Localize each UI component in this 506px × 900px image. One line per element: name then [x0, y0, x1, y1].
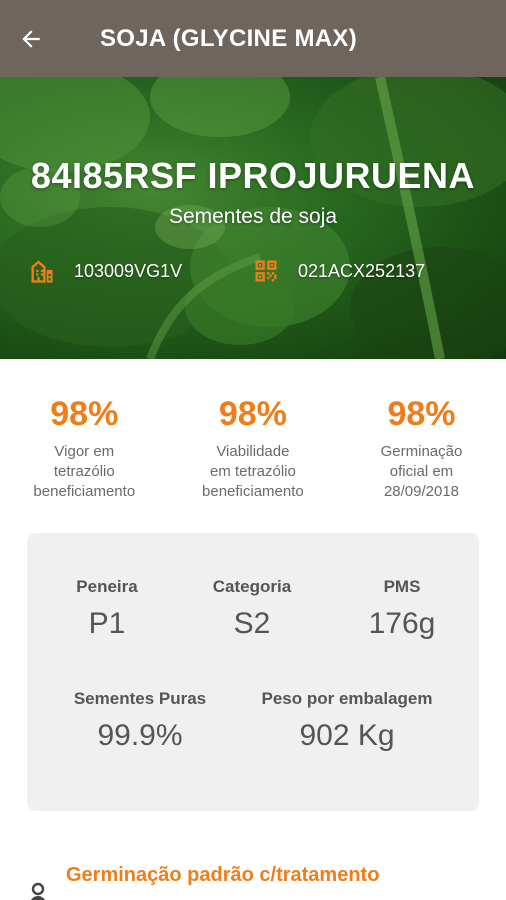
stat-vigor: 98% Vigor em tetrazólio beneficiamento — [0, 392, 169, 502]
section-germinacao-padrao[interactable]: Germinação padrão c/tratamento — [0, 862, 506, 900]
stat-label: Viabilidade em tetrazólio beneficiamento — [202, 443, 304, 500]
detail-label: Categoria — [212, 577, 292, 596]
hero-banner: 84I85RSF IPROJURUENA Sementes de soja 10… — [0, 77, 506, 359]
stat-germinacao: 98% Germinação oficial em 28/09/2018 — [337, 392, 506, 502]
qr-code-value: 021ACX252137 — [252, 257, 425, 285]
lot-code: 103009VG1V — [28, 257, 182, 285]
page-title: SOJA (GLYCINE MAX) — [100, 24, 357, 52]
app-bar: SOJA (GLYCINE MAX) — [0, 0, 506, 77]
detail-value: P1 — [88, 607, 126, 640]
arrow-left-icon — [22, 29, 40, 48]
stat-value: 98% — [387, 395, 456, 433]
product-subtitle: Sementes de soja — [168, 205, 338, 228]
detail-value: 176g — [368, 607, 436, 640]
section-title: Germinação padrão c/tratamento — [66, 864, 380, 886]
back-button[interactable] — [0, 0, 76, 77]
detail-value: 99.9% — [97, 719, 183, 752]
stat-label: Vigor em tetrazólio beneficiamento — [33, 443, 136, 500]
detail-label: Peso por embalagem — [261, 689, 433, 708]
stat-label: Germinação oficial em 28/09/2018 — [380, 443, 463, 500]
person-pin-icon — [31, 882, 45, 900]
stat-viabilidade: 98% Viabilidade em tetrazólio beneficiam… — [169, 392, 338, 502]
building-icon — [31, 260, 53, 283]
detail-label: PMS — [383, 577, 421, 596]
detail-sementes-puras: Sementes Puras 99.9% — [57, 689, 223, 753]
lot-code-text: 103009VG1V — [74, 260, 183, 281]
detail-label: Peneira — [76, 577, 138, 596]
detail-label: Sementes Puras — [73, 689, 207, 708]
detail-value: S2 — [233, 607, 271, 640]
stat-value: 98% — [218, 395, 287, 433]
product-name: 84I85RSF IPROJURUENA — [30, 155, 476, 196]
detail-value: 902 Kg — [299, 719, 395, 752]
qr-code-icon — [255, 260, 277, 282]
detail-pms: PMS 176g — [347, 577, 457, 641]
details-card: Peneira P1 Categoria S2 PMS 176g Semente… — [27, 533, 479, 811]
stat-value: 98% — [50, 395, 119, 433]
qr-code-text: 021ACX252137 — [298, 260, 426, 281]
detail-peso: Peso por embalagem 902 Kg — [242, 689, 452, 753]
detail-categoria: Categoria S2 — [197, 577, 307, 641]
germination-stats: 98% Vigor em tetrazólio beneficiamento 9… — [0, 392, 506, 502]
detail-peneira: Peneira P1 — [57, 577, 157, 641]
